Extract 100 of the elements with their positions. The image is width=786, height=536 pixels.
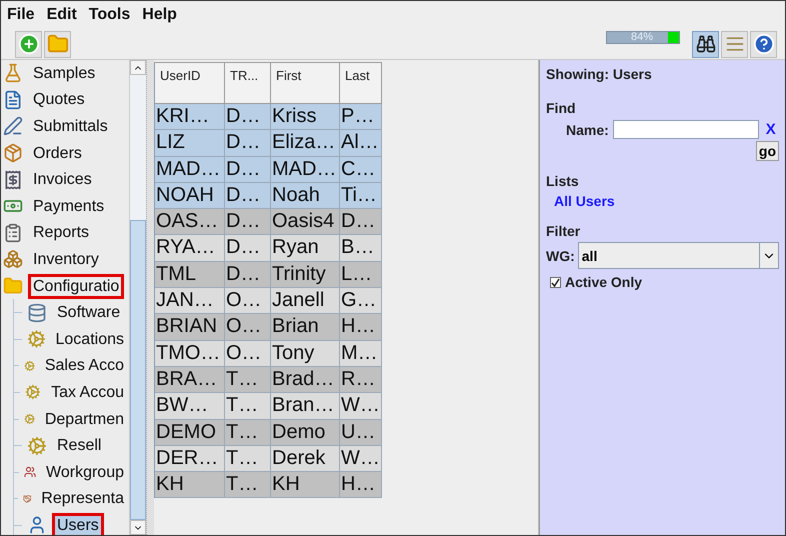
column-header[interactable]: UserID (155, 62, 225, 104)
table-cell: W… (340, 393, 382, 420)
table-cell: KH (271, 472, 340, 498)
table-cell: G… (340, 288, 382, 314)
table-cell: D… (340, 209, 382, 236)
gear-icon (27, 436, 47, 456)
binoculars-icon (696, 34, 716, 54)
toolbar-button[interactable] (750, 30, 777, 58)
menu-item[interactable]: Edit (46, 6, 77, 24)
clear-link[interactable]: X (766, 121, 776, 138)
table-cell: BRA… (155, 366, 225, 394)
panel-title: Showing: Users (546, 66, 653, 82)
table-cell: D… (225, 209, 271, 236)
table-cell: H… (340, 314, 382, 341)
tree-item[interactable]: Resell (52, 433, 106, 458)
table-cell: Brian (271, 314, 340, 341)
tree-item[interactable]: Workgroup (41, 460, 129, 485)
table-cell: D… (225, 130, 271, 157)
workgroup-dropdown[interactable]: all (578, 242, 779, 269)
active-checkbox[interactable] (550, 276, 561, 288)
tree-item[interactable]: Tax Accou (46, 380, 129, 405)
table-cell: O… (225, 340, 271, 367)
table-cell: TMO… (155, 340, 225, 367)
tree-item[interactable]: Inventory (28, 246, 104, 272)
table-cell: NOAH (155, 182, 225, 210)
table-cell: BRIAN (155, 314, 225, 341)
table-cell: U… (340, 420, 382, 446)
database-icon (27, 302, 47, 323)
table-cell: Demo (271, 420, 340, 446)
table-cell: D… (225, 262, 271, 288)
table-cell: Trinity (271, 262, 340, 288)
tree-item[interactable]: Software (52, 300, 126, 326)
folder-button[interactable] (44, 30, 71, 58)
table-cell: Eliza… (271, 130, 340, 157)
table-cell: Kriss (271, 104, 340, 130)
table-cell: KRI… (155, 104, 225, 130)
add-button[interactable] (15, 30, 42, 58)
scrollbar[interactable] (129, 60, 146, 535)
table-cell: Noah (271, 182, 340, 210)
tree-item[interactable]: Samples (28, 60, 100, 86)
tree-item[interactable]: Invoices (28, 167, 97, 192)
table-cell: Oasis4 (271, 209, 340, 236)
flask-icon (3, 63, 23, 84)
checkbox-label: Active Only (565, 274, 642, 290)
tree-item[interactable]: Locations (50, 326, 129, 352)
tree-item[interactable]: Users (52, 512, 104, 535)
field-label: Name: (566, 122, 609, 138)
table-cell: T… (225, 472, 271, 498)
document-icon (3, 90, 23, 110)
table-cell: P… (340, 104, 382, 130)
section-heading: Filter (546, 223, 582, 239)
menu-item[interactable]: File (7, 6, 35, 24)
table-cell: JAN… (155, 288, 225, 314)
table-cell: H… (340, 472, 382, 498)
toolbar-button[interactable] (692, 30, 719, 58)
gear-icon (26, 329, 46, 350)
column-header[interactable]: First (271, 62, 340, 104)
table-cell: D… (225, 104, 271, 130)
go-button[interactable]: go (756, 141, 779, 161)
table-cell: LIZ (155, 130, 225, 157)
tree-item[interactable]: Quotes (28, 87, 90, 112)
menu-item[interactable]: Tools (88, 6, 130, 24)
table-cell: T… (225, 366, 271, 394)
table-cell: DEMO (155, 420, 225, 446)
tree-item[interactable]: Payments (28, 194, 110, 219)
list-link[interactable]: All Users (546, 193, 779, 209)
boxes-icon (3, 249, 23, 270)
tree-item[interactable]: Submittals (28, 114, 113, 139)
clipboard-icon (3, 222, 23, 243)
receipt-icon (3, 170, 23, 190)
field-label: WG: (546, 248, 575, 264)
tree-item[interactable]: Reports (28, 220, 94, 246)
table-cell: MAD… (155, 156, 225, 183)
table-cell: O… (225, 314, 271, 341)
section-heading: Lists (546, 173, 580, 189)
table-cell: RYA… (155, 235, 225, 262)
table-cell: BW… (155, 393, 225, 420)
tree-item[interactable]: Orders (28, 140, 87, 166)
folder-icon (3, 276, 23, 296)
table-cell: R… (340, 366, 382, 394)
table-cell: Ti… (340, 182, 382, 210)
table-cell: Al… (340, 130, 382, 157)
table-cell: Derek (271, 446, 340, 472)
pen-icon (3, 116, 23, 136)
plus-icon (18, 33, 40, 55)
tree-item[interactable]: Departmen (40, 406, 129, 432)
table-cell: Bran… (271, 393, 340, 420)
tree-item[interactable]: Representa (36, 486, 129, 512)
folder-icon (46, 33, 68, 55)
name-field[interactable] (612, 120, 759, 139)
column-header[interactable]: TR... (225, 62, 271, 104)
table-cell: M… (340, 340, 382, 367)
table-cell: KH (155, 472, 225, 498)
table-cell: TML (155, 262, 225, 288)
package-icon (3, 143, 23, 164)
tree-item[interactable]: Sales Acco (40, 353, 129, 378)
column-header[interactable]: Last (340, 62, 382, 104)
menu-item[interactable]: Help (142, 6, 177, 24)
tree-item[interactable]: Configuratio (28, 274, 124, 299)
table-cell: Ryan (271, 235, 340, 262)
